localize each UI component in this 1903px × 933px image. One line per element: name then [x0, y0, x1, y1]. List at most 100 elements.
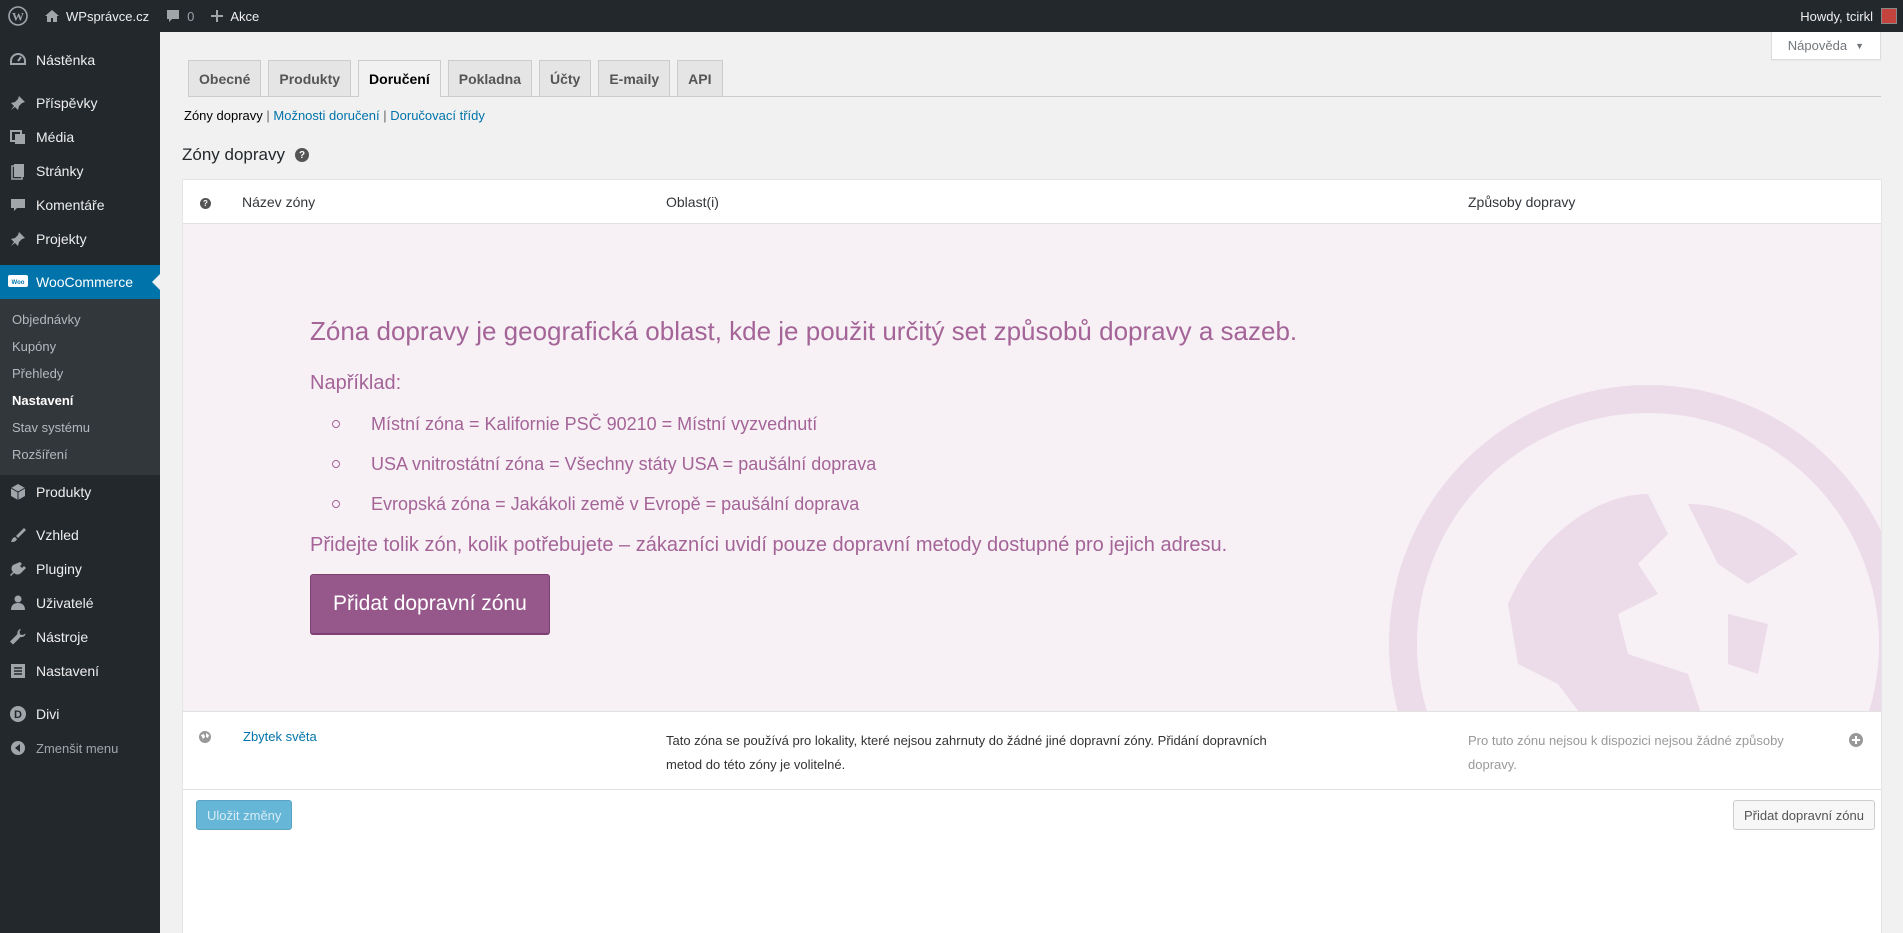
home-icon	[44, 8, 60, 24]
add-shipping-zone-secondary-button[interactable]: Přidat dopravní zónu	[1733, 800, 1875, 830]
subnav-shipping-classes[interactable]: Doručovací třídy	[390, 108, 485, 123]
menu-item-pages[interactable]: Stránky	[0, 154, 160, 188]
globe-watermark-icon	[1389, 385, 1881, 711]
menu-item-projects[interactable]: Projekty	[0, 222, 160, 256]
site-name: WPsprávce.cz	[66, 8, 150, 24]
menu-item-media[interactable]: Média	[0, 120, 160, 154]
comments-link[interactable]: 0	[157, 0, 202, 32]
menu-label: Nástroje	[36, 629, 89, 645]
menu-item-plugins[interactable]: Pluginy	[0, 552, 160, 586]
collapse-label: Zmenšit menu	[36, 740, 119, 756]
brush-icon	[8, 525, 28, 545]
zone-name-link[interactable]: Zbytek světa	[243, 729, 317, 744]
menu-label: Nástěnka	[36, 52, 96, 68]
comment-icon	[8, 195, 28, 215]
col-regions: Oblast(i)	[666, 194, 719, 210]
table-row: Zbytek světa Tato zóna se používá pro lo…	[183, 712, 1881, 790]
menu-label: Uživatelé	[36, 595, 94, 611]
submenu-extensions[interactable]: Rozšíření	[0, 441, 160, 468]
new-content-label: Akce	[230, 8, 260, 24]
menu-item-settings[interactable]: Nastavení	[0, 654, 160, 688]
tab-checkout[interactable]: Pokladna	[447, 60, 532, 96]
svg-text:D: D	[14, 709, 22, 721]
help-tab-button[interactable]: Nápověda ▼	[1770, 32, 1881, 60]
my-account-link[interactable]: Howdy, tcirkl	[1792, 0, 1903, 32]
zones-blank-state: Zóna dopravy je geografická oblast, kde …	[183, 224, 1881, 712]
menu-item-comments[interactable]: Komentáře	[0, 188, 160, 222]
menu-label: WooCommerce	[36, 274, 133, 290]
submenu-reports[interactable]: Přehledy	[0, 360, 160, 387]
site-name-link[interactable]: WPsprávce.cz	[36, 0, 157, 32]
help-tip-icon[interactable]: ?	[295, 148, 309, 162]
menu-label: Produkty	[36, 484, 92, 500]
user-icon	[8, 593, 28, 613]
tab-emails[interactable]: E-maily	[598, 60, 671, 96]
woocommerce-submenu: Objednávky Kupóny Přehledy Nastavení Sta…	[0, 299, 160, 475]
menu-item-dashboard[interactable]: Nástěnka	[0, 43, 160, 77]
help-label: Nápověda	[1787, 38, 1848, 53]
wrench-icon	[8, 627, 28, 647]
dashboard-icon	[8, 50, 28, 70]
menu-label: Komentáře	[36, 197, 105, 213]
plus-icon	[210, 9, 224, 23]
avatar	[1881, 8, 1897, 24]
menu-label: Vzhled	[36, 527, 79, 543]
list-item: Evropská zóna = Jakákoli země v Evropě =…	[310, 492, 876, 532]
blank-state-example-label: Například:	[310, 372, 402, 394]
admin-sidebar: Nástěnka Příspěvky Média Stránky Komentá…	[0, 32, 160, 933]
menu-item-woocommerce[interactable]: Woo WooCommerce	[0, 265, 160, 299]
tab-general[interactable]: Obecné	[188, 60, 262, 96]
subnav-shipping-zones[interactable]: Zóny dopravy	[184, 108, 263, 123]
settings-tabs: Obecné Produkty Doručení Pokladna Účty E…	[188, 60, 1881, 97]
subsubsub-nav: Zóny dopravy | Možnosti doručení | Doruč…	[184, 108, 485, 123]
tab-api[interactable]: API	[677, 60, 723, 96]
collapse-menu-button[interactable]: Zmenšit menu	[0, 731, 160, 765]
caret-down-icon: ▼	[1855, 40, 1864, 51]
menu-label: Projekty	[36, 231, 87, 247]
box-icon	[8, 482, 28, 502]
woo-icon: Woo	[8, 272, 28, 292]
add-method-plus-icon[interactable]	[1848, 732, 1864, 751]
media-icon	[8, 127, 28, 147]
admin-bar: W WPsprávce.cz 0 Akce Howdy, tcirkl	[0, 0, 1903, 32]
collapse-arrow-icon	[8, 738, 28, 758]
blank-state-add-text: Přidejte tolik zón, kolik potřebujete – …	[310, 534, 1228, 556]
page-title: Zóny dopravy	[182, 145, 285, 164]
menu-item-divi[interactable]: D Divi	[0, 697, 160, 731]
menu-label: Příspěvky	[36, 95, 98, 111]
submenu-settings[interactable]: Nastavení	[0, 387, 160, 414]
tab-shipping[interactable]: Doručení	[358, 60, 441, 97]
menu-label: Stránky	[36, 163, 84, 179]
new-content-link[interactable]: Akce	[202, 0, 267, 32]
submenu-status[interactable]: Stav systému	[0, 414, 160, 441]
pin-icon	[8, 229, 28, 249]
tab-accounts[interactable]: Účty	[538, 60, 592, 96]
menu-item-products[interactable]: Produkty	[0, 475, 160, 509]
menu-item-posts[interactable]: Příspěvky	[0, 86, 160, 120]
list-item: Místní zóna = Kalifornie PSČ 90210 = Mís…	[310, 412, 876, 452]
greeting: Howdy, tcirkl	[1800, 8, 1873, 24]
menu-label: Pluginy	[36, 561, 82, 577]
pin-icon	[8, 93, 28, 113]
menu-item-appearance[interactable]: Vzhled	[0, 518, 160, 552]
main-content: Nápověda ▼ Obecné Produkty Doručení Pokl…	[160, 32, 1903, 933]
blank-state-headline: Zóna dopravy je geografická oblast, kde …	[310, 316, 1298, 346]
menu-item-tools[interactable]: Nástroje	[0, 620, 160, 654]
zone-methods-empty: Pro tuto zónu nejsou k dispozici nejsou …	[1468, 733, 1784, 772]
wordpress-logo-icon[interactable]: W	[0, 0, 36, 32]
subnav-shipping-options[interactable]: Možnosti doručení	[273, 108, 379, 123]
tab-products[interactable]: Produkty	[268, 60, 352, 96]
add-shipping-zone-button[interactable]: Přidat dopravní zónu	[310, 574, 550, 634]
save-changes-button[interactable]: Uložit změny	[196, 800, 293, 830]
plug-icon	[8, 559, 28, 579]
menu-label: Nastavení	[36, 663, 100, 679]
submenu-coupons[interactable]: Kupóny	[0, 333, 160, 360]
col-shipping-methods: Způsoby dopravy	[1468, 194, 1576, 210]
col-zone-name: Název zóny	[242, 194, 316, 210]
globe-icon	[198, 730, 212, 747]
divi-icon: D	[8, 704, 28, 724]
menu-item-users[interactable]: Uživatelé	[0, 586, 160, 620]
zone-description: Tato zóna se používá pro lokality, které…	[666, 733, 1267, 772]
submenu-orders[interactable]: Objednávky	[0, 306, 160, 333]
help-tip-icon[interactable]: ?	[200, 198, 211, 209]
